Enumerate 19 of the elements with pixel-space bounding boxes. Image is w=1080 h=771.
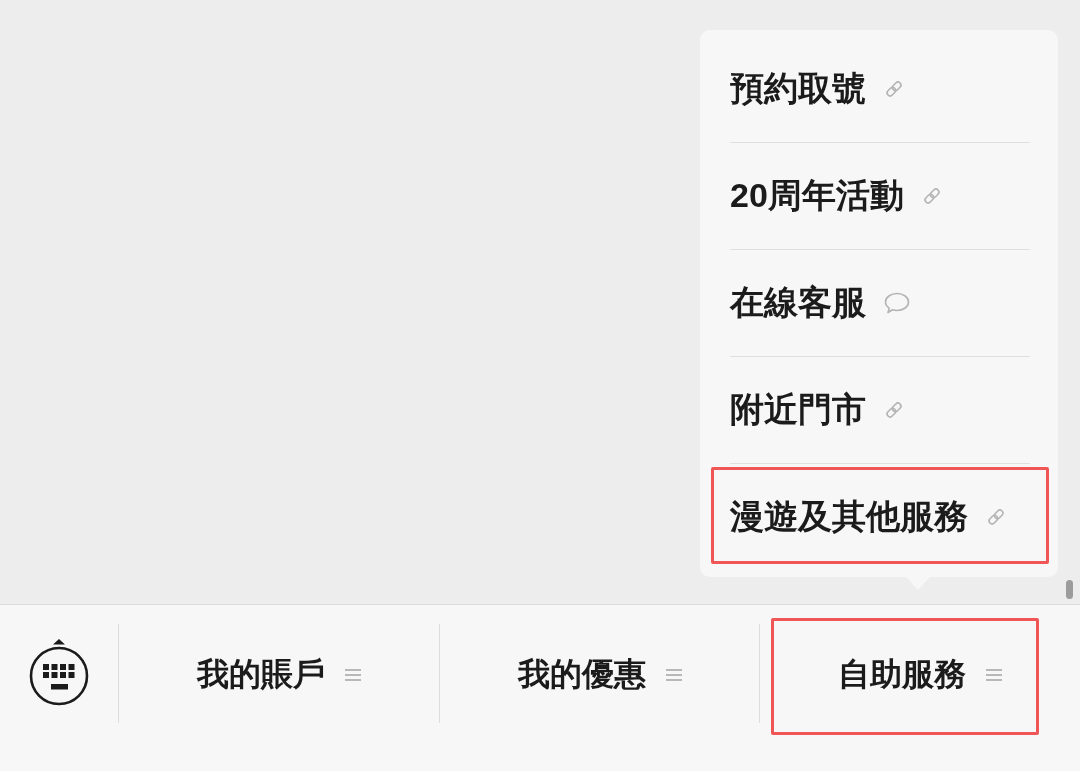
link-icon bbox=[921, 186, 942, 206]
menu-item[interactable]: 20周年活動 bbox=[730, 173, 942, 219]
menu-lines-icon bbox=[986, 668, 1003, 683]
menu-tab[interactable]: 我的優惠 bbox=[439, 605, 760, 746]
menu-item[interactable]: 漫遊及其他服務 bbox=[730, 494, 1006, 540]
menu-tab[interactable]: 自助服務 bbox=[760, 605, 1080, 746]
menu-lines-icon bbox=[344, 668, 361, 683]
link-icon bbox=[884, 400, 904, 420]
speech-bubble-icon bbox=[884, 292, 910, 314]
menu-tab[interactable]: 我的賬戶 bbox=[119, 605, 439, 746]
menu-lines-icon bbox=[665, 668, 682, 683]
menu-item[interactable]: 附近門市 bbox=[730, 387, 904, 433]
scrollbar-thumb[interactable] bbox=[1066, 580, 1073, 599]
menu-item[interactable]: 在線客服 bbox=[730, 280, 910, 326]
keyboard-button[interactable] bbox=[29, 638, 89, 707]
menu-item[interactable]: 預約取號 bbox=[730, 66, 904, 112]
link-icon bbox=[986, 507, 1006, 527]
keyboard-icon bbox=[29, 638, 89, 707]
link-icon bbox=[884, 79, 904, 99]
